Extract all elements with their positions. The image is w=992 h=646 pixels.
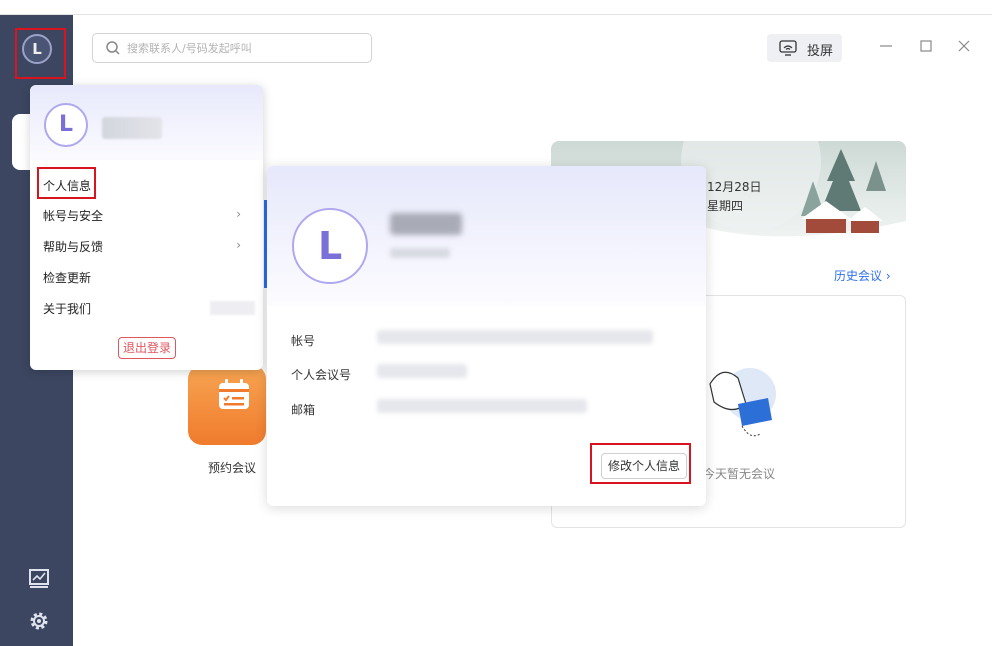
- maximize-icon[interactable]: [916, 36, 936, 56]
- cast-screen-icon: [779, 40, 797, 56]
- cast-screen-button[interactable]: 投屏: [767, 34, 842, 62]
- empty-meetings-text: 今天暂无会议: [703, 467, 776, 481]
- avatar-highlight: [15, 28, 66, 79]
- settings-gear-icon[interactable]: [27, 609, 51, 633]
- minimize-icon[interactable]: [876, 36, 896, 56]
- search-icon: [106, 41, 120, 55]
- blurred-account-value: [377, 330, 653, 344]
- close-icon[interactable]: [954, 36, 974, 56]
- profile-item-highlight: [37, 167, 96, 199]
- profile-card-header: L: [267, 166, 706, 306]
- menu-avatar: L: [44, 103, 88, 147]
- profile-avatar: L: [292, 208, 368, 284]
- search-box[interactable]: [92, 33, 372, 63]
- menu-item-check-update[interactable]: 检查更新: [43, 269, 253, 289]
- edit-profile-highlight: [590, 443, 691, 484]
- book-meeting-label: 预约会议: [208, 461, 257, 475]
- user-menu: L 个人信息 帐号与安全 › 帮助与反馈 › 检查更新 关于我们 退出登录: [30, 85, 263, 370]
- blurred-subtitle: [390, 248, 450, 258]
- screen-share-icon[interactable]: [27, 567, 51, 591]
- personal-meeting-id-label: 个人会议号: [291, 368, 352, 382]
- blurred-email-value: [377, 399, 587, 413]
- logout-button[interactable]: 退出登录: [118, 337, 176, 359]
- blurred-meeting-id-value: [377, 364, 467, 378]
- chevron-right-icon: ›: [236, 207, 241, 221]
- blurred-username: [102, 117, 162, 139]
- account-label: 帐号: [291, 334, 316, 348]
- cast-label: 投屏: [807, 44, 834, 59]
- banner-weekday: 星期四: [707, 199, 744, 213]
- empty-meetings-illustration: [709, 368, 776, 437]
- blurred-version: [210, 301, 255, 315]
- email-label: 邮箱: [291, 403, 316, 417]
- banner-date: 12月28日: [707, 180, 762, 194]
- history-label: 历史会议: [834, 269, 883, 283]
- user-menu-header: L: [30, 85, 263, 160]
- calendar-icon: [219, 379, 249, 409]
- menu-item-account-security[interactable]: 帐号与安全 ›: [43, 207, 253, 227]
- menu-item-help-feedback[interactable]: 帮助与反馈 ›: [43, 238, 253, 258]
- search-input[interactable]: [127, 39, 357, 57]
- book-meeting-button[interactable]: [188, 365, 266, 445]
- blurred-display-name: [390, 213, 462, 235]
- history-meetings-link[interactable]: 历史会议 ›: [834, 267, 891, 284]
- top-divider: [0, 14, 992, 15]
- chevron-right-icon: ›: [236, 238, 241, 252]
